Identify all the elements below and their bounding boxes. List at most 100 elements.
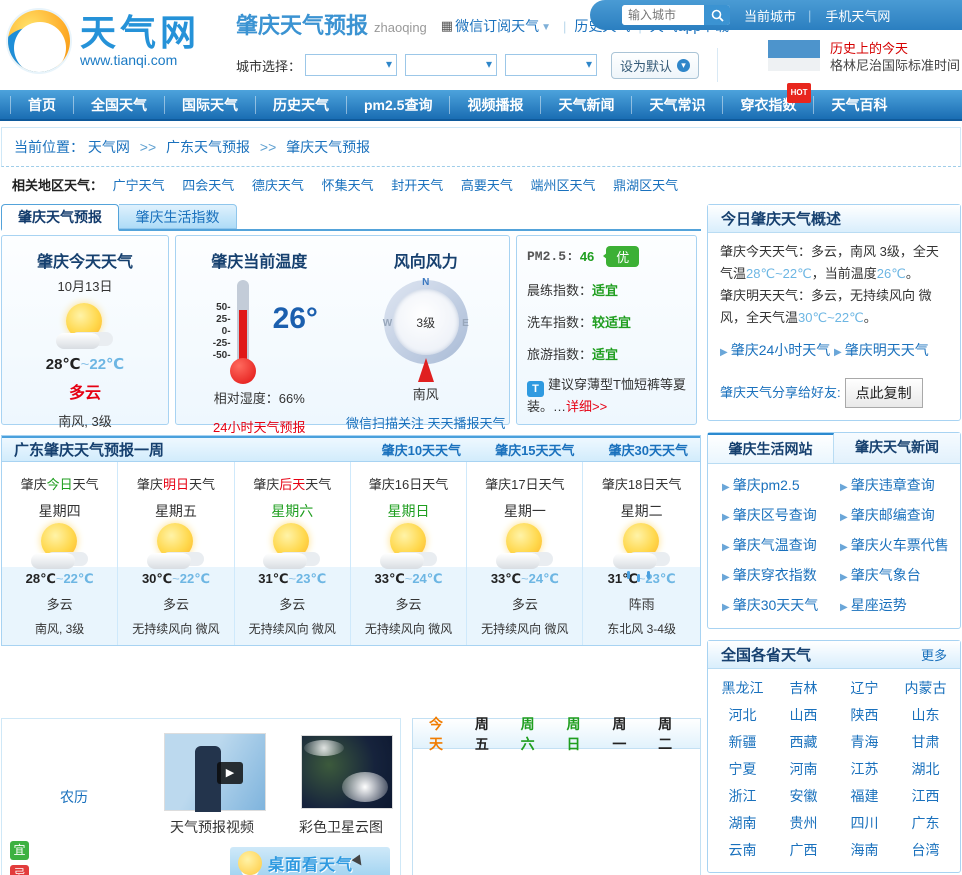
day-tab-today[interactable]: 今天 (429, 714, 455, 754)
nav-item-international[interactable]: 国际天气 (164, 95, 255, 114)
city-select[interactable] (405, 54, 498, 76)
tab-weather-forecast[interactable]: 肇庆天气预报 (1, 204, 119, 231)
copy-button[interactable]: 点此复制 (844, 378, 923, 408)
overview-24h-link[interactable]: ▶ 肇庆24小时天气 (720, 339, 834, 364)
province-link[interactable]: 陕西 (834, 702, 895, 729)
morning-exercise-index[interactable]: 适宜 (592, 283, 618, 298)
related-link[interactable]: 端州区天气 (530, 178, 595, 193)
video-caption[interactable]: 天气预报视频 (170, 817, 254, 837)
life-link[interactable]: ▶ 肇庆气象台 (840, 565, 958, 585)
car-wash-index[interactable]: 较适宜 (592, 315, 631, 330)
province-link[interactable]: 黑龙江 (712, 675, 773, 702)
day-tab-tue[interactable]: 周二 (658, 714, 684, 754)
province-link[interactable]: 吉林 (773, 675, 834, 702)
province-link[interactable]: 云南 (712, 837, 773, 864)
related-link[interactable]: 广宁天气 (113, 178, 165, 193)
life-link[interactable]: ▶ 肇庆30天天气 (722, 595, 840, 615)
week-column[interactable]: 肇庆18日天气 星期二 31℃~23℃ 阵雨 东北风 3-4级 (583, 462, 700, 645)
nav-item-pm25[interactable]: pm2.5查询 (346, 95, 449, 114)
life-link[interactable]: ▶ 肇庆违章查询 (840, 475, 958, 495)
day-tab-sat[interactable]: 周六 (521, 714, 547, 754)
mobile-site-link[interactable]: 手机天气网 (825, 6, 890, 25)
week-column[interactable]: 肇庆后天天气 星期六 31℃~23℃ 多云 无持续风向 微风 (234, 462, 351, 645)
province-link[interactable]: 河北 (712, 702, 773, 729)
life-link[interactable]: ▶ 肇庆区号查询 (722, 505, 840, 525)
province-link[interactable]: 湖南 (712, 810, 773, 837)
life-link[interactable]: ▶ 星座运势 (840, 595, 958, 615)
province-link[interactable]: 辽宁 (834, 675, 895, 702)
province-link[interactable]: 福建 (834, 783, 895, 810)
breadcrumb-guangdong[interactable]: 广东天气预报 (166, 139, 250, 155)
related-link[interactable]: 怀集天气 (322, 178, 374, 193)
related-link[interactable]: 四会天气 (182, 178, 234, 193)
tab-life-sites[interactable]: 肇庆生活网站 (708, 433, 834, 463)
10day-link[interactable]: 肇庆10天天气 (382, 440, 461, 459)
nav-item-video[interactable]: 视频播报 (449, 95, 540, 114)
satellite-caption[interactable]: 彩色卫星云图 (299, 817, 383, 837)
lunar-calendar-link[interactable]: 农历 (60, 787, 88, 807)
day-tab-sun[interactable]: 周日 (566, 714, 592, 754)
search-input[interactable] (622, 5, 704, 25)
province-link[interactable]: 广东 (895, 810, 956, 837)
nav-item-home[interactable]: 首页 (10, 95, 73, 114)
weather-video-thumbnail[interactable]: ▶ (164, 733, 266, 812)
related-link[interactable]: 封开天气 (391, 178, 443, 193)
province-link[interactable]: 四川 (834, 810, 895, 837)
week-column[interactable]: 肇庆今日天气 星期四 28℃~22℃ 多云 南风, 3级 (2, 462, 119, 645)
wechat-follow-link[interactable]: 微信扫描关注 天天播报天气 (343, 413, 510, 432)
province-link[interactable]: 安徽 (773, 783, 834, 810)
province-link[interactable]: 湖北 (895, 756, 956, 783)
life-link[interactable]: ▶ 肇庆火车票代售 (840, 535, 958, 555)
province-link[interactable]: 浙江 (712, 783, 773, 810)
tab-weather-news[interactable]: 肇庆天气新闻 (834, 433, 960, 463)
breadcrumb-home[interactable]: 天气网 (88, 139, 130, 155)
province-link[interactable]: 西藏 (773, 729, 834, 756)
province-link[interactable]: 甘肃 (895, 729, 956, 756)
province-link[interactable]: 河南 (773, 756, 834, 783)
district-select[interactable] (505, 54, 598, 76)
more-link[interactable]: 更多 (921, 645, 947, 664)
site-logo[interactable]: 天气网 www.tianqi.com (8, 10, 200, 72)
province-link[interactable]: 新疆 (712, 729, 773, 756)
detail-link[interactable]: 详细>> (566, 399, 607, 414)
related-link[interactable]: 高要天气 (461, 178, 513, 193)
nav-item-dress-index[interactable]: 穿衣指数 HOT (722, 82, 813, 114)
history-today-block[interactable]: 历史上的今天 格林尼治国际标准时间 (767, 40, 960, 74)
breadcrumb-zhaoqing[interactable]: 肇庆天气预报 (286, 139, 370, 155)
province-link[interactable]: 广西 (773, 837, 834, 864)
province-link[interactable]: 青海 (834, 729, 895, 756)
related-link[interactable]: 德庆天气 (252, 178, 304, 193)
search-button[interactable] (704, 5, 730, 25)
day-tab-mon[interactable]: 周一 (612, 714, 638, 754)
nav-item-history[interactable]: 历史天气 (255, 95, 346, 114)
province-link[interactable]: 江苏 (834, 756, 895, 783)
week-column[interactable]: 肇庆17日天气 星期一 33℃~24℃ 多云 无持续风向 微风 (467, 462, 584, 645)
history-today-title[interactable]: 历史上的今天 (830, 40, 960, 57)
tab-life-index[interactable]: 肇庆生活指数 (119, 204, 237, 229)
overview-tomorrow-link[interactable]: ▶ 肇庆明天天气 (834, 339, 948, 364)
life-link[interactable]: ▶ 肇庆穿衣指数 (722, 565, 840, 585)
week-column[interactable]: 肇庆明日天气 星期五 30℃~22℃ 多云 无持续风向 微风 (118, 462, 235, 645)
life-link[interactable]: ▶ 肇庆气温查询 (722, 535, 840, 555)
province-link[interactable]: 江西 (895, 783, 956, 810)
life-link[interactable]: ▶ 肇庆pm2.5 (722, 475, 840, 495)
nav-item-news[interactable]: 天气新闻 (540, 95, 631, 114)
province-link[interactable]: 山东 (895, 702, 956, 729)
life-link[interactable]: ▶ 肇庆邮编查询 (840, 505, 958, 525)
nav-item-knowledge[interactable]: 天气常识 (631, 95, 722, 114)
nav-item-national[interactable]: 全国天气 (73, 95, 164, 114)
satellite-thumbnail[interactable] (301, 735, 393, 809)
province-link[interactable]: 山西 (773, 702, 834, 729)
24h-forecast-link[interactable]: 24小时天气预报 (176, 417, 343, 436)
desktop-weather-banner[interactable]: 桌面看天气 (230, 847, 390, 875)
province-link[interactable]: 内蒙古 (895, 675, 956, 702)
province-link[interactable]: 台湾 (895, 837, 956, 864)
related-link[interactable]: 鼎湖区天气 (613, 178, 678, 193)
30day-link[interactable]: 肇庆30天天气 (609, 440, 688, 459)
day-tab-fri[interactable]: 周五 (475, 714, 501, 754)
province-link[interactable]: 贵州 (773, 810, 834, 837)
travel-index[interactable]: 适宜 (592, 347, 618, 362)
province-link[interactable]: 海南 (834, 837, 895, 864)
current-city-link[interactable]: 当前城市 (744, 6, 796, 25)
set-default-button[interactable]: 设为默认 ▾ (611, 51, 700, 79)
